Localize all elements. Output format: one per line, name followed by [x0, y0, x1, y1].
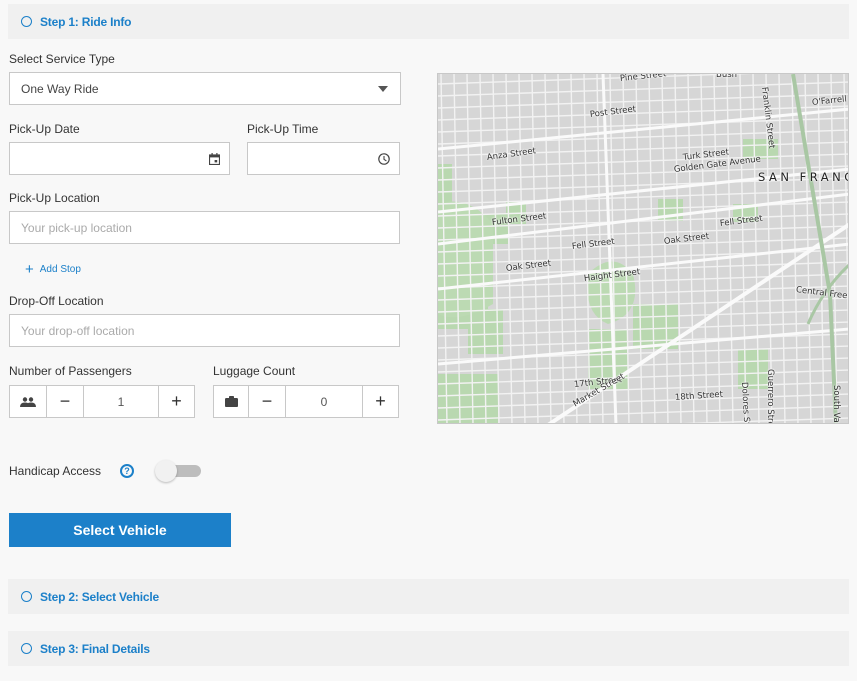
passengers-increment-button[interactable]: + [159, 386, 194, 417]
luggage-decrement-button[interactable]: − [249, 386, 286, 417]
step-2-label: Step 2: Select Vehicle [40, 589, 159, 604]
step-3-label: Step 3: Final Details [40, 641, 150, 656]
luggage-label: Luggage Count [213, 364, 296, 378]
luggage-stepper: − 0 + [213, 385, 399, 418]
map-park [438, 164, 452, 204]
dropoff-location-placeholder: Your drop-off location [21, 323, 135, 338]
dropoff-location-label: Drop-Off Location [9, 294, 104, 308]
pickup-date-label: Pick-Up Date [9, 122, 80, 136]
select-vehicle-button[interactable]: Select Vehicle [9, 513, 231, 547]
service-type-value: One Way Ride [21, 81, 99, 96]
service-type-select[interactable]: One Way Ride [9, 72, 401, 105]
service-type-label: Select Service Type [9, 52, 115, 66]
passengers-value[interactable]: 1 [84, 386, 159, 417]
help-icon[interactable]: ? [120, 464, 134, 478]
clock-icon[interactable] [378, 152, 390, 165]
pickup-location-placeholder: Your pick-up location [21, 220, 132, 235]
pickup-time-label: Pick-Up Time [247, 122, 319, 136]
map-street-label: South Van [831, 385, 841, 424]
passengers-decrement-button[interactable]: − [47, 386, 84, 417]
handicap-toggle[interactable] [155, 460, 201, 482]
handicap-label: Handicap Access [9, 464, 102, 478]
step-3-header[interactable]: Step 3: Final Details [8, 631, 849, 666]
briefcase-icon [214, 386, 249, 417]
step-1-label: Step 1: Ride Info [40, 14, 132, 29]
map-street-label: Bush [716, 73, 738, 80]
luggage-value[interactable]: 0 [286, 386, 363, 417]
circle-outline-icon [21, 643, 32, 654]
passengers-label: Number of Passengers [9, 364, 132, 378]
calendar-icon[interactable] [209, 152, 220, 165]
add-stop-label: Add Stop [39, 264, 81, 275]
add-stop-button[interactable]: + Add Stop [25, 262, 81, 277]
passengers-stepper: − 1 + [9, 385, 195, 418]
plus-icon: + [25, 261, 34, 278]
map-city-label: SAN FRANC [758, 170, 849, 184]
pickup-date-input[interactable] [9, 142, 230, 175]
people-icon [10, 386, 47, 417]
circle-outline-icon [21, 591, 32, 602]
pickup-location-label: Pick-Up Location [9, 191, 100, 205]
map-street-label: Guerrero Street [765, 369, 775, 424]
map[interactable]: Pine Street Bush Franklin Street O'Farre… [437, 73, 849, 424]
dropoff-location-input[interactable]: Your drop-off location [9, 314, 400, 347]
map-tiles [438, 74, 848, 423]
pickup-time-input[interactable] [247, 142, 400, 175]
luggage-increment-button[interactable]: + [363, 386, 398, 417]
step-1-header[interactable]: Step 1: Ride Info [8, 4, 849, 39]
toggle-knob [155, 460, 177, 482]
circle-outline-icon [21, 16, 32, 27]
pickup-location-input[interactable]: Your pick-up location [9, 211, 400, 244]
step-2-header[interactable]: Step 2: Select Vehicle [8, 579, 849, 614]
caret-down-icon [378, 85, 388, 92]
